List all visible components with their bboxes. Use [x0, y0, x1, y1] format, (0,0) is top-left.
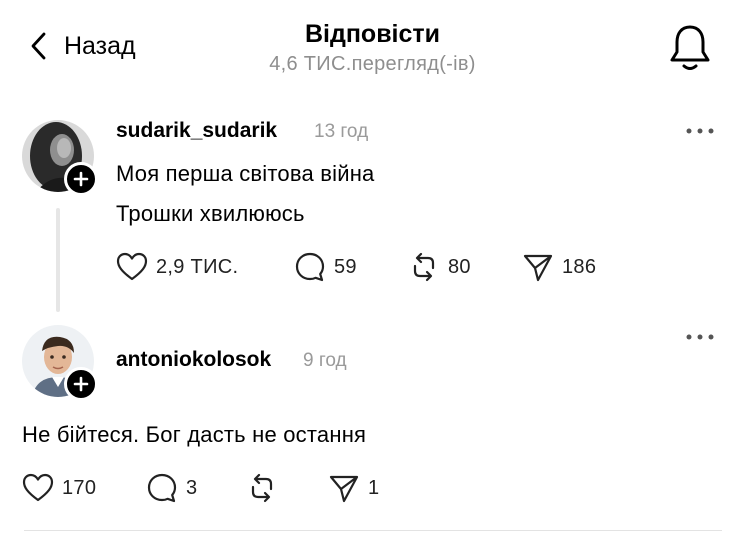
- repost-button[interactable]: [246, 472, 286, 504]
- comment-button[interactable]: 59: [294, 251, 357, 283]
- post-text-line: Не бійтеся. Бог дасть не остання: [22, 422, 367, 447]
- comment-count: 3: [186, 476, 198, 499]
- bell-icon[interactable]: [668, 22, 712, 72]
- share-button[interactable]: 1: [328, 472, 379, 504]
- more-options-icon[interactable]: [684, 331, 716, 343]
- more-options-icon[interactable]: [684, 125, 716, 137]
- repost-icon: [251, 473, 273, 503]
- username[interactable]: antoniokolosok: [116, 348, 271, 372]
- share-button[interactable]: 186: [522, 251, 596, 283]
- like-count: 170: [62, 476, 97, 499]
- timestamp: 13 год: [314, 121, 369, 142]
- page-title: Відповісти: [304, 20, 441, 48]
- like-button[interactable]: 2,9 ТИС.: [116, 251, 238, 283]
- post-text-line: Трошки хвилююсь: [116, 201, 305, 226]
- comment-count: 59: [334, 255, 357, 278]
- heart-icon: [116, 252, 148, 281]
- divider: [24, 530, 722, 531]
- repost-count: 80: [448, 255, 471, 278]
- comment-button[interactable]: 3: [146, 472, 197, 504]
- share-count: 186: [562, 255, 597, 278]
- share-count: 1: [368, 476, 380, 499]
- send-icon: [329, 475, 359, 503]
- username[interactable]: sudarik_sudarik: [116, 119, 277, 143]
- like-button[interactable]: 170: [22, 472, 96, 504]
- thread-line: [56, 208, 60, 312]
- comment-icon: [147, 473, 177, 503]
- follow-button[interactable]: [64, 367, 98, 401]
- post-text-line: Моя перша світова війна: [116, 161, 375, 186]
- view-count: 4,6 ТИС.перегляд(-ів): [269, 53, 476, 75]
- repost-icon: [413, 252, 435, 282]
- follow-button[interactable]: [64, 162, 98, 196]
- send-icon: [523, 254, 553, 282]
- title-block: Відповісти 4,6 ТИС.перегляд(-ів): [0, 20, 745, 76]
- top-bar: Назад Відповісти 4,6 ТИС.перегляд(-ів): [0, 0, 745, 100]
- comment-icon: [295, 252, 325, 282]
- like-count: 2,9 ТИС.: [156, 255, 239, 278]
- plus-icon: [73, 171, 89, 187]
- plus-icon: [73, 376, 89, 392]
- timestamp: 9 год: [303, 350, 347, 371]
- heart-icon: [22, 473, 54, 502]
- repost-button[interactable]: 80: [408, 251, 471, 283]
